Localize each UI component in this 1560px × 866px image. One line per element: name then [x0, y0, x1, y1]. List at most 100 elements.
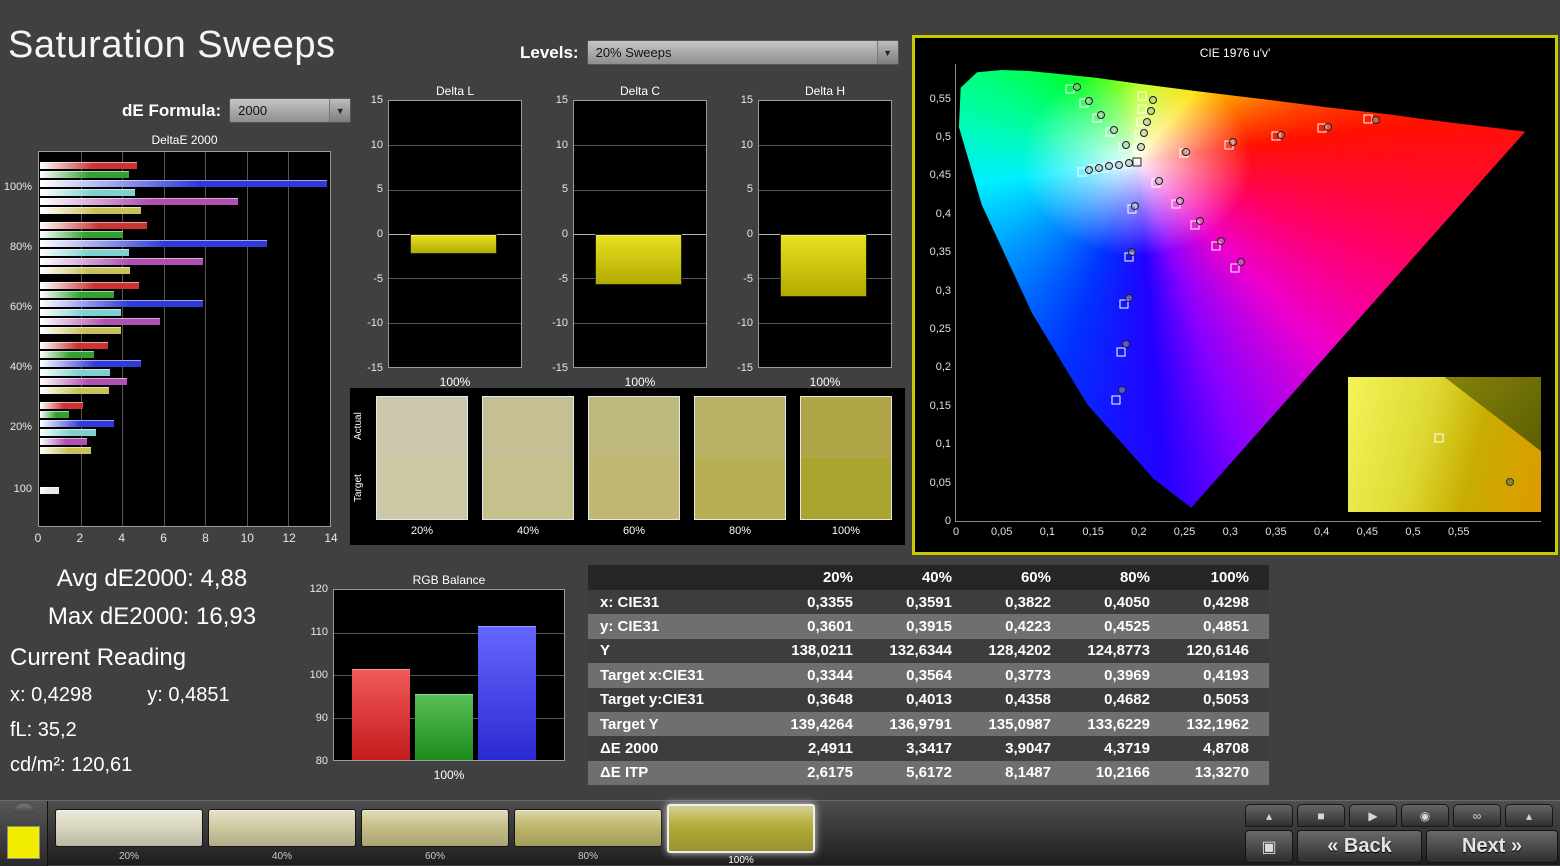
row-label: Target y:CIE31	[600, 691, 704, 709]
scroll-up-right-icon[interactable]: ▴	[1505, 804, 1553, 827]
bottom-toolbar: 20% 40% 60% 80% 100% ▴ ■ ▶ ◉ ∞ ▴ ▣ « Back Next »	[0, 800, 1560, 866]
play-icon[interactable]: ▶	[1349, 804, 1397, 827]
y-tick-label: 15	[555, 94, 568, 106]
x-tick-label: 0,05	[990, 526, 1013, 538]
cie-inset-shadow	[1444, 377, 1541, 452]
sweep-button-40%[interactable]: 40%	[208, 801, 356, 866]
table-row: Target x:CIE31 0,3344 0,3564 0,3773 0,3969 0,…	[588, 663, 1269, 688]
sweep-button-100%[interactable]: 100%	[667, 801, 815, 866]
transport-buttons: ▴ ■ ▶ ◉ ∞ ▴	[1245, 804, 1553, 827]
stop-icon[interactable]: ■	[1297, 804, 1345, 827]
y-tick-label: -10	[737, 317, 753, 330]
scroll-up-left-icon[interactable]: ▴	[1245, 804, 1293, 827]
bar-group-40%	[40, 342, 329, 396]
cell-value: 0,4298	[1203, 593, 1249, 611]
y-tick-label: 0,35	[929, 246, 951, 259]
nested-square-icon: ▣	[1261, 838, 1277, 856]
summary-stats: Avg dE2000: 4,88 Max dE2000: 16,93	[10, 560, 294, 636]
loop-icon[interactable]: ∞	[1453, 804, 1501, 827]
measurement-marker	[1371, 116, 1380, 125]
x-tick-label: 0,25	[1173, 526, 1196, 538]
current-reading-title: Current Reading	[10, 644, 187, 671]
y-tick-label: 100	[309, 669, 328, 681]
y-tick-label: 0	[561, 228, 568, 240]
sweep-color-face	[667, 804, 815, 853]
delta-h-chart: Delta H 15 10 5 0 -5 -10 -15 100%	[732, 84, 894, 389]
header-cell: 20%	[822, 569, 853, 586]
camera-icon[interactable]: ◉	[1401, 804, 1449, 827]
de-formula-dropdown[interactable]: 2000 ▼	[229, 98, 352, 123]
green-bar	[415, 694, 473, 760]
measurement-marker	[1085, 96, 1094, 105]
target-marker	[1137, 91, 1147, 101]
cell-value: 0,3648	[807, 691, 853, 709]
measurement-marker	[1237, 258, 1246, 267]
cell-value: 132,1962	[1186, 715, 1249, 733]
y-tick-label: 0,25	[929, 322, 951, 335]
table-row: Y 138,0211 132,6344 128,4202 124,8773 120,614…	[588, 638, 1269, 664]
actual-color-patch	[483, 397, 573, 458]
cell-value: 0,3564	[906, 666, 952, 684]
target-color-patch	[801, 458, 891, 519]
deltae2000-chart: DeltaE 2000 100% 80% 60% 40% 20% 100 0 2 4 6 8 10 1…	[2, 133, 338, 549]
cell-value: 0,4525	[1104, 618, 1150, 636]
green-bar	[40, 291, 115, 298]
cell-value: 0,3591	[906, 593, 952, 611]
deltae2000-x-axis: 0 2 4 6 8 10 12 14	[35, 531, 338, 547]
y-tick-label: 90	[315, 712, 328, 724]
inset-target-marker	[1434, 433, 1444, 443]
current-reading: Current Reading x: 0,4298 y: 0,4851 fL: 3…	[10, 644, 230, 789]
table-row: y: CIE31 0,3601 0,3915 0,4223 0,4525 0,4851	[588, 614, 1269, 639]
row-label: Target Y	[600, 715, 659, 733]
x-tick-label: 0,3	[1222, 526, 1238, 538]
rgb-balance-body: 120 110 100 90 80	[303, 583, 571, 767]
de-formula-label: dE Formula:	[122, 100, 222, 120]
sweep-button-20%[interactable]: 20%	[55, 801, 203, 866]
bar-group-60%	[40, 282, 329, 336]
x-reading: x: 0,4298	[10, 684, 93, 706]
delta-value-bar	[780, 234, 868, 297]
back-button[interactable]: « Back	[1297, 830, 1422, 863]
sweep-buttons: 20% 40% 60% 80% 100%	[55, 801, 815, 866]
sweep-button-60%[interactable]: 60%	[361, 801, 509, 866]
y-tick-label: -15	[367, 362, 383, 374]
fl-reading: fL: 35,2	[10, 719, 77, 741]
bar-group-100%	[40, 162, 329, 216]
measurement-marker	[1131, 202, 1140, 211]
measurement-marker	[1277, 130, 1286, 139]
next-button[interactable]: Next »	[1426, 830, 1558, 863]
y-tick-label: 15	[740, 94, 753, 106]
levels-dropdown[interactable]: 20% Sweeps ▼	[586, 40, 899, 65]
saturation-swatch-40%: 40%	[482, 396, 574, 545]
row-label: ΔE 2000	[600, 740, 659, 758]
blue-bar	[40, 240, 268, 247]
delta-h-y-axis: 15 10 5 0 -5 -10 -15	[732, 94, 756, 374]
delta-c-body: 15 10 5 0 -5 -10 -15	[547, 94, 709, 374]
display-mode-button[interactable]: ▣	[1245, 830, 1293, 863]
delta-h-x-label: 100%	[809, 375, 841, 389]
cell-value: 0,3344	[807, 666, 853, 684]
sweep-button-80%[interactable]: 80%	[514, 801, 662, 866]
swatch-box	[482, 396, 574, 520]
swatch-box	[800, 396, 892, 520]
rgb-y-axis: 120 110 100 90 80	[303, 583, 331, 767]
sweep-color-face	[55, 809, 203, 847]
delta-l-body: 15 10 5 0 -5 -10 -15	[362, 94, 524, 374]
x-tick-label: 0,45	[1356, 526, 1379, 538]
cell-value: 0,4013	[906, 691, 952, 709]
active-color-tab[interactable]	[0, 801, 48, 866]
y-tick-label: 10	[740, 138, 753, 151]
cell-value: 0,4193	[1203, 666, 1249, 684]
sweep-color-face	[514, 809, 662, 847]
actual-label: Actual	[353, 412, 364, 440]
de-formula-value: 2000	[238, 103, 268, 118]
y-tick-label: -10	[552, 317, 568, 330]
sweep-color-face	[361, 809, 509, 847]
gridline	[574, 145, 706, 147]
measurement-marker	[1122, 340, 1131, 349]
cell-value: 0,3355	[807, 593, 853, 611]
cell-value: 4,8708	[1203, 740, 1249, 758]
y-tick-label: -5	[743, 272, 753, 285]
cell-value: 0,4358	[1005, 691, 1051, 709]
yellow-bar	[40, 207, 141, 214]
